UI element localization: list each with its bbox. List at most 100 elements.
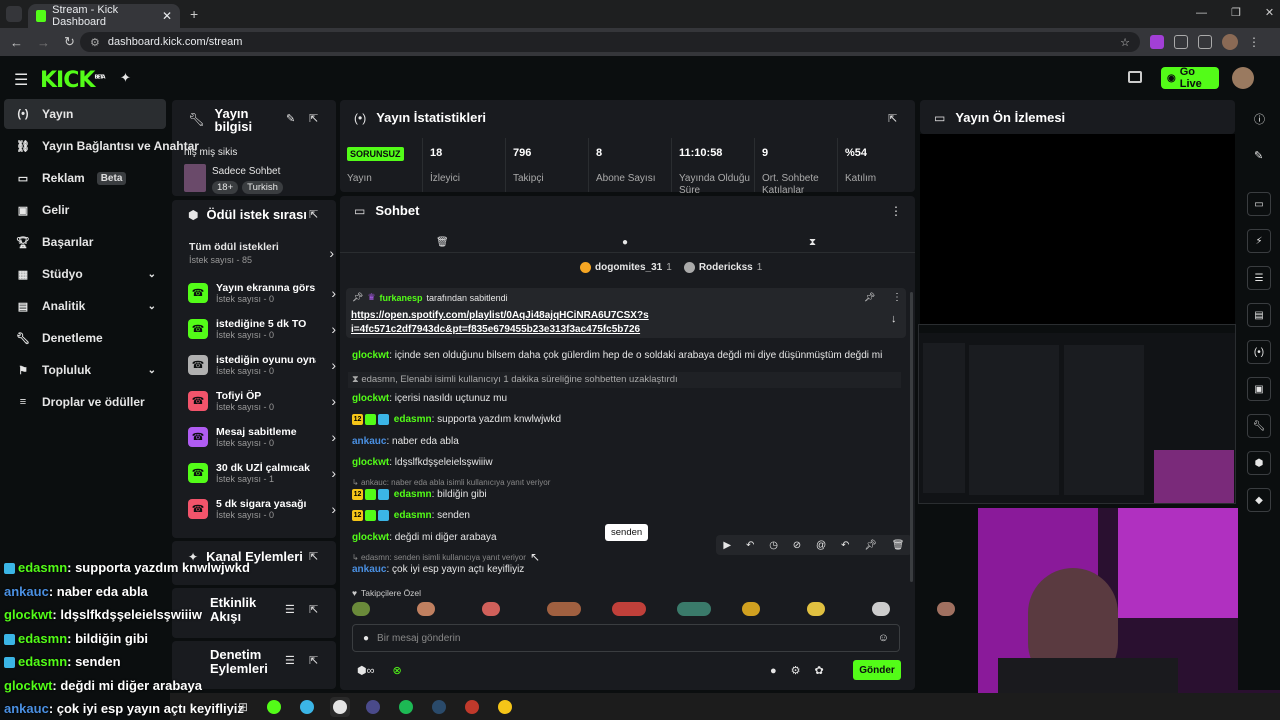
- chat-message[interactable]: ankauc: çok iyi esp yayın açtı keyifliyi…: [352, 564, 524, 575]
- reward-item[interactable]: ☎ Yayın ekranına görs... İstek sayısı - 0 ›: [188, 276, 336, 310]
- go-live-button[interactable]: ◉ Go Live: [1161, 66, 1219, 90]
- pinned-menu-icon[interactable]: ⋮: [892, 292, 902, 303]
- reward-icon[interactable]: ✿: [815, 664, 824, 677]
- emote[interactable]: [807, 602, 825, 616]
- rail-button[interactable]: ☰: [1247, 266, 1271, 290]
- chat-menu-icon[interactable]: ⋮: [890, 204, 902, 218]
- rail-button[interactable]: ▤: [1247, 303, 1271, 327]
- emote[interactable]: [352, 602, 370, 616]
- chat-mode-icon[interactable]: ●: [770, 665, 777, 677]
- chat-username[interactable]: glockwt: [352, 457, 389, 468]
- chat-message[interactable]: 12 edasmn: bildiğin gibi: [352, 489, 487, 500]
- popout-icon[interactable]: ⇱: [309, 603, 318, 616]
- hamburger-menu-icon[interactable]: ☰: [14, 70, 28, 90]
- sidebar-item-7[interactable]: 🔧︎ Denetleme: [4, 323, 166, 353]
- chat-username[interactable]: ankauc: [352, 564, 386, 575]
- delete-message-icon[interactable]: 🗑︎: [892, 540, 905, 551]
- reward-item[interactable]: ☎ istediğin oyunu oyna...İstek sayısı - 0…: [188, 348, 336, 382]
- reward-item[interactable]: ☎ 5 dk sigara yasağı İstek sayısı - 0 ›: [188, 492, 336, 526]
- extension-icon[interactable]: [1174, 35, 1188, 49]
- popout-icon[interactable]: ⇱: [309, 208, 318, 221]
- points-icon[interactable]: ⬢∞: [357, 664, 374, 677]
- chat-username[interactable]: edasmn: [394, 414, 432, 425]
- popout-icon[interactable]: ⇱: [888, 112, 897, 125]
- emote[interactable]: [417, 602, 435, 616]
- sidebar-item-4[interactable]: 🏆︎ Başarılar: [4, 227, 166, 257]
- rail-button[interactable]: 🔧︎: [1247, 414, 1271, 438]
- profile-avatar[interactable]: [1222, 34, 1238, 50]
- reward-item[interactable]: ☎ istediğine 5 dk TO İstek sayısı - 0 ›: [188, 312, 336, 346]
- info-icon[interactable]: ⓘ: [1254, 111, 1265, 127]
- hourglass-tab-icon[interactable]: ⧗: [809, 237, 816, 248]
- bookmark-star-icon[interactable]: ☆: [1120, 36, 1130, 49]
- rail-button[interactable]: ▣: [1247, 377, 1271, 401]
- unpin-icon[interactable]: 📌︎: [864, 292, 875, 303]
- chat-username[interactable]: glockwt: [352, 393, 389, 404]
- forward-icon[interactable]: →: [37, 35, 50, 50]
- reward-item[interactable]: ☎ Mesaj sabitleme İstek sayısı - 0 ›: [188, 420, 336, 454]
- sidebar-item-9[interactable]: ≡ Droplar ve ödüller: [4, 387, 166, 417]
- url-field[interactable]: ⚙ dashboard.kick.com/stream ☆: [80, 32, 1140, 52]
- popout-icon[interactable]: ⇱: [309, 550, 318, 563]
- rail-button[interactable]: ⬢: [1247, 451, 1271, 475]
- mention-icon[interactable]: @: [816, 540, 826, 551]
- sidebar-item-1[interactable]: ⛓ Yayın Bağlantısı ve Anahtar: [4, 131, 199, 161]
- reward-item[interactable]: ☎ 30 dk UZİ çalmıcak İstek sayısı - 1 ›: [188, 456, 336, 490]
- emoji-icon[interactable]: ☺: [878, 632, 889, 644]
- chat-bubble-tab-icon[interactable]: ●: [622, 237, 628, 248]
- chat-username[interactable]: ankauc: [352, 436, 386, 447]
- chat-username[interactable]: glockwt: [352, 532, 389, 543]
- tools-hammer-icon[interactable]: ✦: [120, 70, 131, 86]
- rail-button[interactable]: (•): [1247, 340, 1271, 364]
- pinned-link[interactable]: https://open.spotify.com/playlist/0AqJi4…: [351, 309, 651, 337]
- chat-message[interactable]: 12 edasmn: supporta yazdım knwlwjwkd: [352, 414, 561, 425]
- chat-username[interactable]: edasmn: [394, 489, 432, 500]
- chat-message[interactable]: glockwt: değdi mi diğer arabaya: [352, 532, 497, 543]
- rail-button[interactable]: ▭: [1247, 192, 1271, 216]
- chat-username[interactable]: glockwt: [352, 350, 389, 361]
- popout-icon[interactable]: ⇱: [309, 654, 318, 667]
- emote[interactable]: [937, 602, 955, 616]
- reload-icon[interactable]: ↻: [64, 34, 75, 50]
- site-info-icon[interactable]: ⚙: [90, 36, 100, 49]
- timeout-clock-icon[interactable]: ◷: [769, 540, 778, 551]
- sidebar-item-3[interactable]: ▣ Gelir: [4, 195, 166, 225]
- popout-icon[interactable]: ⇱: [309, 112, 318, 125]
- hide-icon[interactable]: ⊘: [793, 540, 801, 551]
- sidebar-item-0[interactable]: (•) Yayın: [4, 99, 166, 129]
- restore-icon[interactable]: ❐: [1231, 6, 1241, 19]
- edit-icon[interactable]: ✎: [286, 112, 295, 125]
- sidebar-item-5[interactable]: ▦ Stüdyo ⌄: [4, 259, 166, 289]
- user-avatar[interactable]: [1232, 67, 1254, 89]
- chat-message[interactable]: ankauc: naber eda abla: [352, 436, 459, 447]
- emote[interactable]: [547, 602, 581, 616]
- send-button[interactable]: Gönder: [853, 660, 901, 680]
- studio-icon[interactable]: [1128, 71, 1142, 83]
- chat-input[interactable]: ● Bir mesaj gönderin ☺: [352, 624, 900, 652]
- emote[interactable]: [872, 602, 890, 616]
- chat-message[interactable]: 12 edasmn: senden: [352, 510, 470, 521]
- new-tab-icon[interactable]: +: [190, 6, 198, 22]
- kick-logo[interactable]: KICKBETA: [40, 68, 106, 93]
- undo-icon[interactable]: ↶: [841, 540, 849, 551]
- emote[interactable]: [612, 602, 646, 616]
- tab-search-button[interactable]: [6, 6, 22, 22]
- browser-menu-icon[interactable]: ⋮: [1248, 35, 1260, 49]
- rail-button[interactable]: ◆: [1247, 488, 1271, 512]
- rail-button[interactable]: ⚡︎: [1247, 229, 1271, 253]
- chat-settings-icon[interactable]: ⚙: [791, 664, 801, 677]
- pencil-icon[interactable]: ✎: [1254, 149, 1263, 162]
- filter-icon[interactable]: ☰: [285, 654, 295, 667]
- pin-message-icon[interactable]: 📌︎: [864, 540, 877, 551]
- back-icon[interactable]: ←: [10, 35, 23, 50]
- trash-tab-icon[interactable]: 🗑︎: [436, 237, 449, 248]
- minimize-icon[interactable]: —: [1196, 7, 1207, 19]
- chat-message[interactable]: glockwt: ldşslfkdşşeleielsşwiiiw: [352, 457, 493, 468]
- extension-icon[interactable]: [1150, 35, 1164, 49]
- all-rewards-row[interactable]: Tüm ödül istekleri İstek sayısı - 85 ›: [189, 241, 334, 267]
- reply-icon[interactable]: ↶: [746, 540, 754, 551]
- chat-message[interactable]: glockwt: içerisi nasıldı uçtunuz mu: [352, 393, 507, 404]
- sidebar-item-2[interactable]: ▭ Reklam Beta: [4, 163, 166, 193]
- expand-pinned-icon[interactable]: ↓: [891, 313, 897, 325]
- emote[interactable]: [482, 602, 500, 616]
